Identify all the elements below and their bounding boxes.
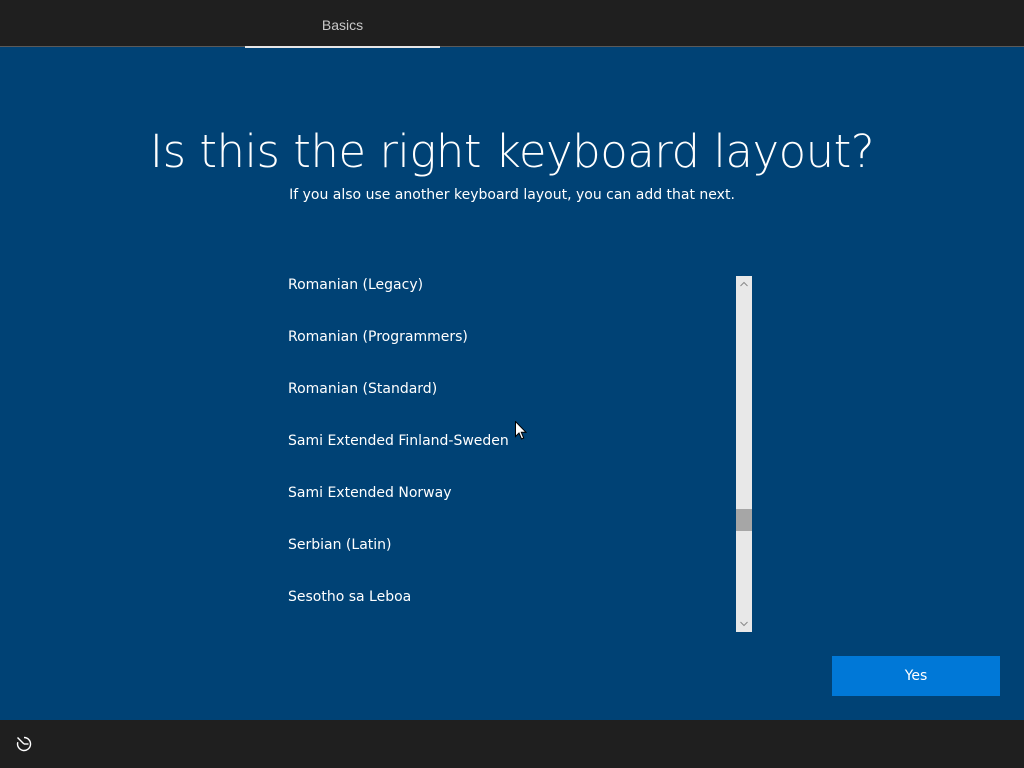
- ease-of-access-icon[interactable]: [14, 734, 34, 754]
- bottom-bar: [0, 720, 1024, 768]
- list-item[interactable]: Romanian (Legacy): [272, 259, 732, 311]
- list-item[interactable]: Serbian (Latin): [272, 519, 732, 571]
- tab-basics-label: Basics: [321, 17, 364, 33]
- list-item[interactable]: Romanian (Programmers): [272, 311, 732, 363]
- yes-button[interactable]: Yes: [832, 656, 1000, 696]
- list-item[interactable]: Sami Extended Finland-Sweden: [272, 415, 732, 467]
- list-item[interactable]: Sami Extended Norway: [272, 467, 732, 519]
- scroll-thumb[interactable]: [736, 509, 752, 531]
- page-subtitle: If you also use another keyboard layout,…: [289, 187, 735, 203]
- page-title: Is this the right keyboard layout?: [149, 125, 875, 178]
- tab-basics: Basics: [245, 0, 440, 48]
- list-scrollbar[interactable]: [736, 276, 752, 632]
- list-item[interactable]: Sesotho sa Leboa: [272, 571, 732, 623]
- scroll-up-icon[interactable]: [736, 276, 752, 292]
- tab-active-indicator: [245, 46, 440, 48]
- oobe-screen: Basics Is this the right keyboard layout…: [0, 0, 1024, 768]
- list-item[interactable]: Romanian (Standard): [272, 363, 732, 415]
- keyboard-layout-list[interactable]: Romanian (Legacy) Romanian (Programmers)…: [272, 259, 732, 632]
- scroll-down-icon[interactable]: [736, 616, 752, 632]
- top-bar: Basics: [0, 0, 1024, 48]
